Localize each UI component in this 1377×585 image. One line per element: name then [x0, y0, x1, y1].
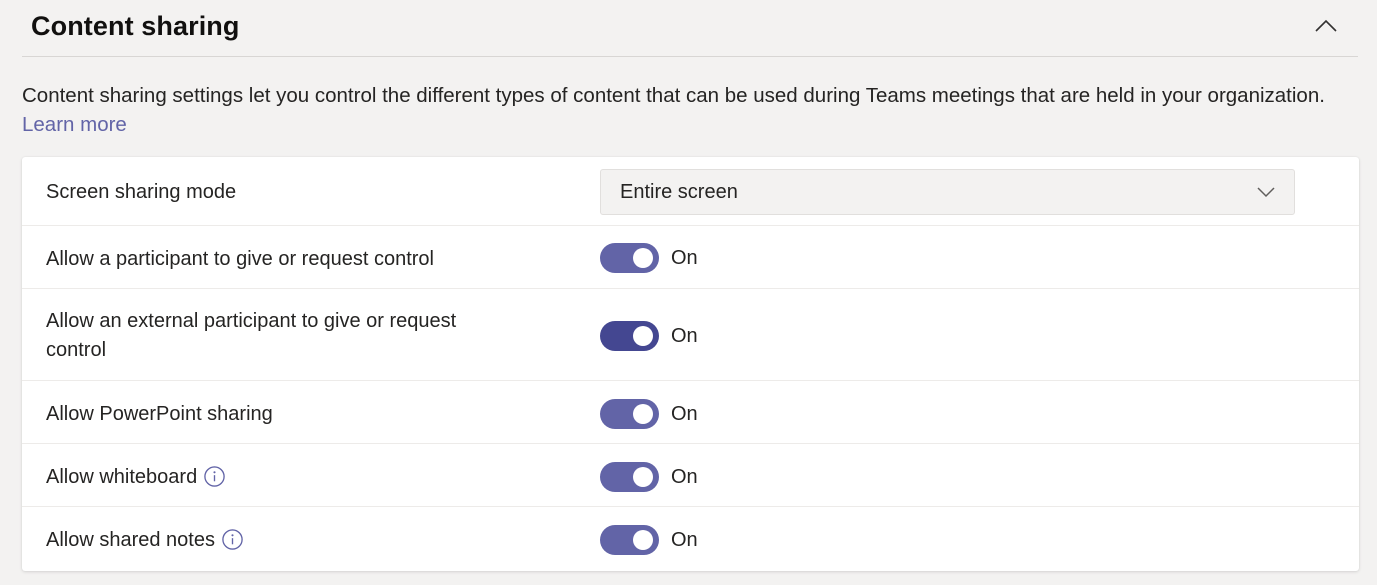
collapse-button[interactable]: [1312, 14, 1340, 38]
give-request-control-toggle[interactable]: [600, 243, 659, 273]
powerpoint-sharing-state: On: [671, 403, 698, 425]
learn-more-link[interactable]: Learn more: [22, 113, 127, 136]
setting-row-powerpoint-sharing: Allow PowerPoint sharing On: [22, 381, 1359, 444]
give-request-control-state: On: [671, 247, 698, 269]
description-text: Content sharing settings let you control…: [22, 84, 1325, 107]
powerpoint-sharing-toggle[interactable]: [600, 399, 659, 429]
screen-sharing-mode-value: Entire screen: [620, 181, 738, 203]
external-control-state: On: [671, 325, 698, 347]
setting-row-give-request-control: Allow a participant to give or request c…: [22, 226, 1359, 289]
info-icon[interactable]: [221, 528, 244, 551]
screen-sharing-mode-dropdown[interactable]: Entire screen: [600, 169, 1295, 215]
shared-notes-state: On: [671, 529, 698, 551]
shared-notes-label-group: Allow shared notes: [46, 526, 516, 555]
content-sharing-section: Content sharing Content sharing settings…: [0, 0, 1377, 585]
info-icon[interactable]: [203, 465, 226, 488]
whiteboard-toggle[interactable]: [600, 462, 659, 492]
external-control-label: Allow an external participant to give or…: [46, 310, 457, 361]
toggle-knob: [633, 404, 653, 424]
shared-notes-toggle[interactable]: [600, 525, 659, 555]
chevron-down-icon: [1257, 187, 1275, 198]
chevron-up-icon: [1315, 19, 1337, 32]
give-request-control-label: Allow a participant to give or request c…: [46, 248, 434, 270]
toggle-knob: [633, 467, 653, 487]
external-control-toggle[interactable]: [600, 321, 659, 351]
section-title: Content sharing: [31, 11, 240, 41]
section-description: Content sharing settings let you control…: [22, 81, 1362, 139]
screen-sharing-mode-label: Screen sharing mode: [46, 181, 237, 203]
whiteboard-label: Allow whiteboard: [46, 466, 198, 488]
toggle-knob: [633, 326, 653, 346]
setting-row-external-control: Allow an external participant to give or…: [22, 289, 1359, 381]
powerpoint-sharing-label: Allow PowerPoint sharing: [46, 403, 273, 425]
shared-notes-label: Allow shared notes: [46, 529, 215, 551]
setting-row-shared-notes: Allow shared notes On: [22, 507, 1359, 571]
section-header: Content sharing: [22, 0, 1358, 57]
setting-row-whiteboard: Allow whiteboard On: [22, 444, 1359, 507]
toggle-knob: [633, 248, 653, 268]
whiteboard-label-group: Allow whiteboard: [46, 463, 516, 492]
whiteboard-state: On: [671, 466, 698, 488]
toggle-knob: [633, 530, 653, 550]
setting-row-screen-sharing-mode: Screen sharing mode Entire screen: [22, 157, 1359, 226]
settings-card: Screen sharing mode Entire screen Allow …: [22, 157, 1359, 571]
